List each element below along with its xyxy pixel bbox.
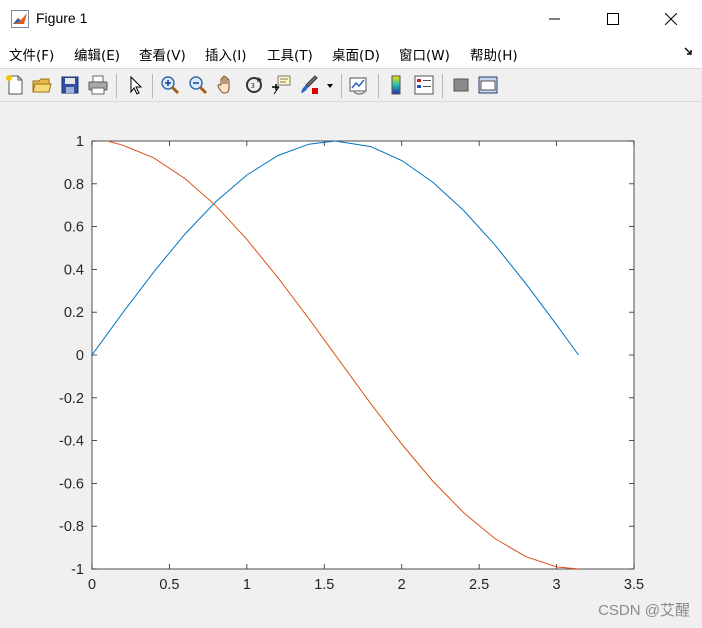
x-tick-label: 0.5 bbox=[159, 577, 179, 593]
open-file-icon[interactable] bbox=[31, 74, 53, 96]
y-tick-label: 0.6 bbox=[64, 220, 84, 236]
toolbar-separator bbox=[152, 74, 153, 98]
figure-toolbar: 3 bbox=[0, 69, 702, 102]
toolbar-separator bbox=[341, 74, 342, 98]
line-chart[interactable]: 1 0.8 0.6 0.4 0.2 0 -0.2 -0.4 -0.6 -0.8 -1 0 0.5 1 1.… bbox=[0, 102, 702, 628]
x-tick-label: 3 bbox=[553, 577, 561, 593]
save-icon[interactable] bbox=[59, 74, 81, 96]
colorbar-icon[interactable] bbox=[386, 74, 408, 96]
x-tick-label: 1 bbox=[243, 577, 251, 593]
legend-icon[interactable] bbox=[413, 74, 435, 96]
y-tick-label: 0.8 bbox=[64, 177, 84, 193]
menu-bar: 文件(F) 编辑(E) 查看(V) 插入(I) 工具(T) 桌面(D) 窗口(W… bbox=[0, 38, 702, 69]
menu-tools[interactable]: 工具(T) bbox=[267, 44, 313, 64]
menu-file[interactable]: 文件(F) bbox=[9, 44, 54, 64]
matlab-logo-icon bbox=[11, 10, 29, 28]
menu-insert[interactable]: 插入(I) bbox=[205, 44, 247, 64]
y-tick-label: -0.4 bbox=[59, 434, 84, 450]
menu-help[interactable]: 帮助(H) bbox=[470, 44, 518, 64]
brush-dropdown-icon[interactable] bbox=[326, 83, 334, 89]
show-plot-tools-icon[interactable] bbox=[477, 74, 499, 96]
toolbar-separator bbox=[378, 74, 379, 98]
figure-canvas: 1 0.8 0.6 0.4 0.2 0 -0.2 -0.4 -0.6 -0.8 -1 0 0.5 1 1.… bbox=[0, 102, 702, 628]
x-tick-label: 2 bbox=[398, 577, 406, 593]
x-axis-tick-labels: 0 0.5 1 1.5 2 2.5 3 3.5 bbox=[88, 577, 644, 593]
y-tick-label: 1 bbox=[76, 134, 84, 150]
axes-background bbox=[91, 140, 635, 570]
hide-plot-tools-icon[interactable] bbox=[450, 74, 472, 96]
menu-view[interactable]: 查看(V) bbox=[139, 44, 186, 64]
rotate-3d-icon[interactable]: 3 bbox=[243, 74, 265, 96]
x-tick-label: 1.5 bbox=[314, 577, 334, 593]
svg-text:3: 3 bbox=[251, 82, 255, 90]
pan-hand-icon[interactable] bbox=[215, 74, 237, 96]
menu-edit[interactable]: 编辑(E) bbox=[74, 44, 120, 64]
new-figure-icon[interactable] bbox=[4, 74, 26, 96]
link-plot-icon[interactable] bbox=[348, 74, 370, 96]
menu-desktop[interactable]: 桌面(D) bbox=[332, 44, 380, 64]
select-pointer-icon[interactable] bbox=[124, 74, 146, 96]
brush-icon[interactable] bbox=[298, 74, 320, 96]
y-tick-label: -0.2 bbox=[59, 391, 84, 407]
x-tick-label: 0 bbox=[88, 577, 96, 593]
x-tick-label: 3.5 bbox=[624, 577, 644, 593]
window-title: Figure 1 bbox=[36, 10, 88, 26]
dock-arrow-icon[interactable] bbox=[684, 46, 694, 56]
zoom-in-icon[interactable] bbox=[159, 74, 181, 96]
y-tick-label: -0.8 bbox=[59, 519, 84, 535]
y-tick-label: 0 bbox=[76, 348, 84, 364]
menu-window[interactable]: 窗口(W) bbox=[399, 44, 450, 64]
y-tick-label: -0.6 bbox=[59, 476, 84, 492]
data-cursor-icon[interactable] bbox=[270, 74, 292, 96]
title-bar: Figure 1 bbox=[0, 0, 702, 38]
maximize-button[interactable] bbox=[584, 0, 642, 38]
toolbar-separator bbox=[116, 74, 117, 98]
y-axis-tick-labels: 1 0.8 0.6 0.4 0.2 0 -0.2 -0.4 -0.6 -0.8 -1 bbox=[59, 134, 84, 578]
minimize-icon bbox=[549, 18, 560, 20]
close-icon bbox=[665, 13, 677, 25]
close-button[interactable] bbox=[642, 0, 700, 38]
y-tick-label: -1 bbox=[71, 562, 84, 578]
y-tick-label: 0.4 bbox=[64, 262, 84, 278]
toolbar-separator bbox=[442, 74, 443, 98]
y-tick-label: 0.2 bbox=[64, 305, 84, 321]
watermark: CSDN @艾醒 bbox=[598, 602, 690, 619]
zoom-out-icon[interactable] bbox=[187, 74, 209, 96]
maximize-icon bbox=[607, 13, 619, 25]
print-icon[interactable] bbox=[87, 74, 109, 96]
minimize-button[interactable] bbox=[526, 0, 584, 38]
x-tick-label: 2.5 bbox=[469, 577, 489, 593]
